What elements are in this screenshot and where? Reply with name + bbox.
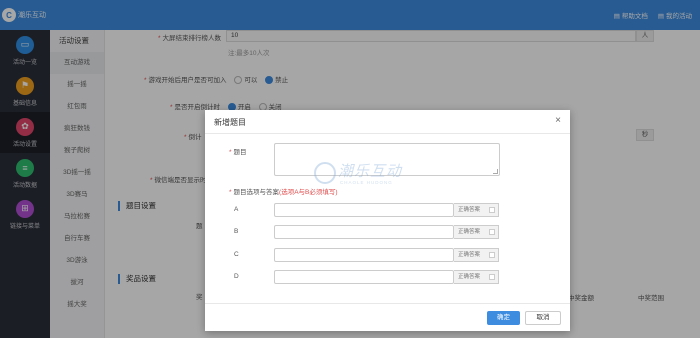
correct-answer-toggle[interactable]: 正确答案 <box>454 248 499 262</box>
correct-answer-toggle[interactable]: 正确答案 <box>454 203 499 217</box>
option-input[interactable] <box>274 225 454 239</box>
correct-answer-toggle[interactable]: 正确答案 <box>454 225 499 239</box>
modal-header: 新增题目 × <box>205 110 570 134</box>
correct-answer-label: 正确答案 <box>458 252 481 258</box>
option-row: D 正确答案 <box>234 270 504 284</box>
option-input[interactable] <box>274 270 454 284</box>
option-row: C 正确答案 <box>234 248 504 262</box>
option-input[interactable] <box>274 203 454 217</box>
correct-answer-label: 正确答案 <box>458 229 481 235</box>
option-letter: A <box>234 206 239 213</box>
option-row: B 正确答案 <box>234 225 504 239</box>
checkbox-icon[interactable] <box>489 229 495 235</box>
correct-answer-label: 正确答案 <box>458 274 481 280</box>
question-label: * 题目 <box>229 149 247 156</box>
checkbox-icon[interactable] <box>489 207 495 213</box>
confirm-button[interactable]: 确定 <box>487 311 520 325</box>
options-hint: * 题目选项与答案(选项A与B必须填写) <box>229 189 338 196</box>
cancel-button[interactable]: 取消 <box>525 311 561 325</box>
modal-footer: 确定 取消 <box>205 303 570 331</box>
watermark-icon <box>314 162 336 184</box>
checkbox-icon[interactable] <box>489 252 495 258</box>
close-icon[interactable]: × <box>555 115 561 126</box>
option-letter: B <box>234 228 239 235</box>
add-question-modal: 新增题目 × * 题目 潮乐互动 CHAOLE HUDONG * 题目选项与答案(选… <box>205 110 570 331</box>
correct-answer-toggle[interactable]: 正确答案 <box>454 270 499 284</box>
option-row: A 正确答案 <box>234 203 504 217</box>
correct-answer-label: 正确答案 <box>458 207 481 213</box>
option-input[interactable] <box>274 248 454 262</box>
option-letter: C <box>234 251 239 258</box>
checkbox-icon[interactable] <box>489 274 495 280</box>
option-letter: D <box>234 273 239 280</box>
modal-title: 新增题目 <box>214 118 246 127</box>
